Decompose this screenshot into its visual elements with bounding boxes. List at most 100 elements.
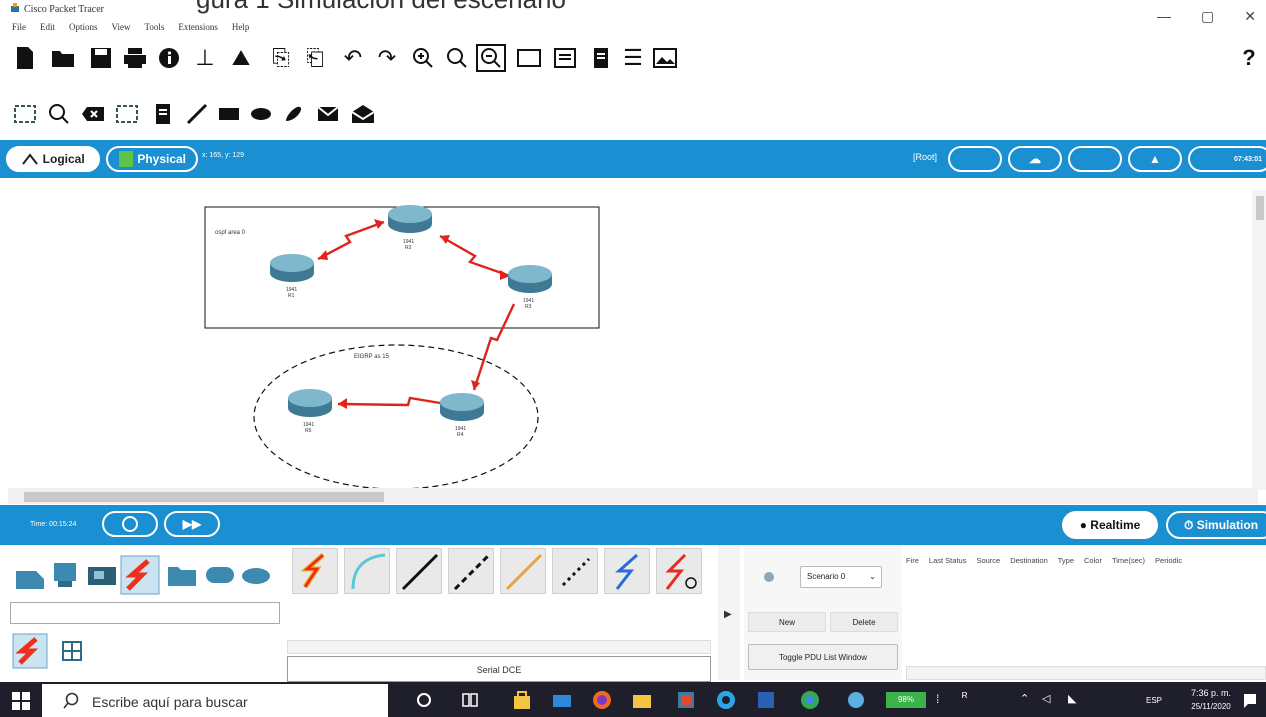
redo-icon[interactable]: ↷ — [374, 44, 400, 72]
expand-arrow-icon[interactable]: ▶ — [724, 609, 732, 620]
image-icon[interactable] — [652, 44, 678, 72]
simulation-tab[interactable]: ⏱ Simulation — [1166, 511, 1266, 539]
column-header[interactable]: Periodic — [1155, 556, 1182, 565]
notifications-icon[interactable] — [1242, 692, 1258, 710]
viewport-button[interactable]: ▲ — [1128, 146, 1182, 172]
maximize-button[interactable]: ▢ — [1201, 8, 1214, 25]
draw-ellipse-icon[interactable] — [248, 100, 274, 128]
menu-edit[interactable]: Edit — [40, 22, 55, 32]
realtime-tab[interactable]: ● Realtime — [1062, 511, 1158, 539]
router-r4[interactable]: 1941 R4 — [440, 393, 484, 438]
grid-icon[interactable] — [60, 639, 84, 663]
word-icon[interactable] — [756, 690, 776, 710]
app-icon[interactable] — [846, 690, 866, 710]
console-cable-icon[interactable] — [344, 548, 390, 594]
connections-icon[interactable] — [120, 555, 160, 595]
router-r1[interactable]: 1941 R1 — [270, 254, 314, 299]
copper-straight-through-icon[interactable] — [396, 548, 442, 594]
zoom-in-icon[interactable] — [410, 44, 436, 72]
inspect-icon[interactable] — [46, 100, 72, 128]
column-header[interactable]: Fire — [906, 556, 919, 565]
info-icon[interactable] — [156, 44, 182, 72]
cloud-icon[interactable] — [240, 561, 272, 591]
wifi-icon[interactable]: ◣ — [1068, 692, 1076, 705]
logical-tab[interactable]: Logical — [6, 146, 100, 172]
multiuser-icon[interactable] — [204, 561, 236, 591]
undo-icon[interactable]: ↶ — [340, 44, 366, 72]
column-header[interactable]: Destination — [1010, 556, 1048, 565]
menu-options[interactable]: Options — [69, 22, 98, 32]
fiber-cable-icon[interactable] — [500, 548, 546, 594]
firefox-icon[interactable] — [592, 690, 612, 710]
save-icon[interactable] — [88, 44, 114, 72]
taskbar-clock-time[interactable]: 7:36 p. m. — [1186, 688, 1236, 698]
router-r2[interactable]: 1941 R2 — [388, 205, 432, 251]
column-header[interactable]: Color — [1084, 556, 1102, 565]
file-explorer-icon[interactable] — [632, 690, 652, 710]
draw-rectangle-icon[interactable] — [216, 100, 242, 128]
miscellaneous-icon[interactable] — [166, 559, 198, 589]
zoom-reset-icon[interactable] — [444, 44, 470, 72]
cortana-icon[interactable] — [414, 690, 434, 710]
menu-extensions[interactable]: Extensions — [178, 22, 218, 32]
edge-icon[interactable] — [716, 690, 736, 710]
add-complex-pdu-icon[interactable] — [350, 100, 376, 128]
help-icon[interactable]: ? — [1236, 44, 1262, 72]
minimize-button[interactable]: — — [1157, 8, 1171, 25]
chrome-icon[interactable] — [800, 690, 820, 710]
list-icon[interactable]: ☰ — [620, 44, 646, 72]
notes-icon[interactable] — [588, 44, 614, 72]
vertical-scrollbar[interactable] — [1252, 190, 1266, 490]
power-cycle-button[interactable] — [102, 511, 158, 537]
activity-wizard-icon[interactable]: ⛰ — [228, 44, 254, 72]
network-info-icon[interactable]: ⊥ — [192, 44, 218, 72]
add-simple-pdu-icon[interactable] — [316, 100, 342, 128]
move-object-button[interactable]: ☁ — [1008, 146, 1062, 172]
volume-icon[interactable]: ◁ — [1042, 692, 1050, 705]
toggle-pdu-list-button[interactable]: Toggle PDU List Window — [748, 644, 898, 670]
windows-start-icon[interactable] — [12, 692, 30, 710]
store-icon[interactable] — [512, 690, 532, 710]
root-breadcrumb[interactable]: [Root] — [913, 152, 937, 162]
components-icon[interactable] — [86, 561, 118, 591]
pdu-scrollbar[interactable] — [906, 666, 1266, 680]
copy-icon[interactable]: ⎘ — [268, 44, 294, 72]
column-header[interactable]: Time(sec) — [1112, 556, 1145, 565]
freeform-icon[interactable] — [280, 100, 306, 128]
task-view-icon[interactable] — [460, 690, 480, 710]
battery-indicator[interactable]: 98% — [886, 692, 926, 708]
menu-file[interactable]: File — [12, 22, 26, 32]
taskbar-clock-date[interactable]: 25/11/2020 — [1186, 702, 1236, 711]
cable-scrollbar[interactable] — [287, 640, 711, 654]
copper-cross-over-icon[interactable] — [448, 548, 494, 594]
mail-icon[interactable] — [552, 690, 572, 710]
connection-subtype-icon[interactable] — [12, 633, 48, 669]
close-button[interactable]: ✕ — [1244, 8, 1256, 25]
horizontal-scroll-thumb[interactable] — [24, 492, 384, 502]
delete-icon[interactable] — [80, 100, 106, 128]
new-scenario-button[interactable]: New — [748, 612, 826, 632]
device-search-input[interactable] — [10, 602, 280, 624]
network-devices-icon[interactable] — [14, 561, 46, 591]
drawing-palette-icon[interactable] — [516, 44, 542, 72]
column-header[interactable]: Type — [1058, 556, 1074, 565]
panel-splitter[interactable]: ▶ — [718, 545, 740, 680]
vertical-scroll-thumb[interactable] — [1256, 196, 1264, 220]
draw-line-icon[interactable] — [184, 100, 210, 128]
chevron-up-icon[interactable]: ⌃ — [1020, 692, 1029, 705]
resize-shape-icon[interactable] — [114, 100, 140, 128]
set-tiled-background-button[interactable] — [1068, 146, 1122, 172]
select-icon[interactable] — [12, 100, 38, 128]
zoom-out-icon[interactable] — [476, 44, 506, 72]
delete-scenario-button[interactable]: Delete — [830, 612, 898, 632]
new-file-icon[interactable] — [12, 44, 38, 72]
column-header[interactable]: Source — [976, 556, 1000, 565]
pin-icon[interactable]: ⁞ — [936, 692, 939, 706]
serial-dce-cable-icon[interactable] — [656, 548, 702, 594]
menu-help[interactable]: Help — [232, 22, 250, 32]
print-icon[interactable] — [122, 44, 148, 72]
column-header[interactable]: Last Status — [929, 556, 967, 565]
menu-tools[interactable]: Tools — [145, 22, 165, 32]
scenario-select[interactable]: Scenario 0 ⌄ — [800, 566, 882, 588]
menu-view[interactable]: View — [112, 22, 131, 32]
